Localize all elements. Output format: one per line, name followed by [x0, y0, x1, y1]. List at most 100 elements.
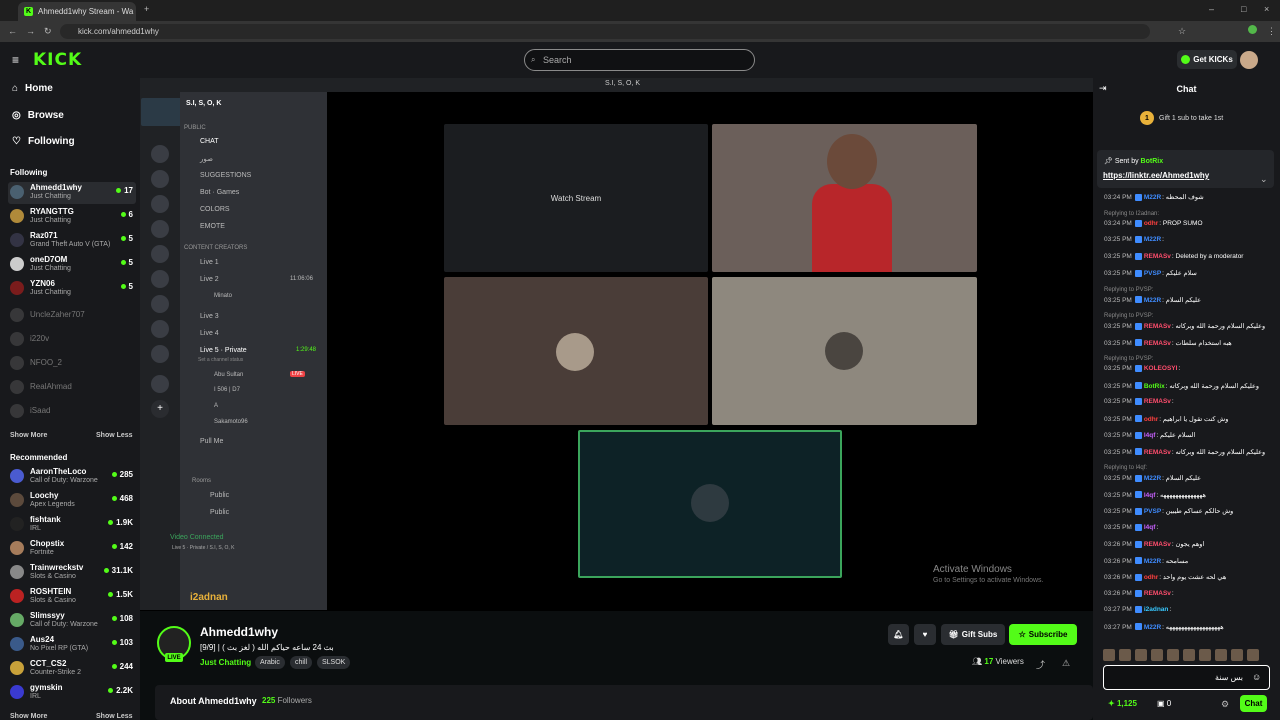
message-username[interactable]: REMASv [1144, 449, 1171, 456]
tag[interactable]: chill [290, 656, 313, 669]
show-less-recommended-link[interactable]: Show Less [96, 713, 133, 720]
chat-message[interactable]: 03:25 PM REMASv: [1104, 398, 1274, 410]
user-avatar[interactable] [1240, 51, 1258, 69]
url-input[interactable]: kick.com/ahmedd1why [60, 24, 1150, 39]
sidebar-channel-offline[interactable]: i220v [8, 329, 136, 351]
sidebar-channel[interactable]: gymskin IRL 2.2K [8, 682, 136, 704]
close-window-icon[interactable]: × [1264, 4, 1269, 14]
emote-bar[interactable] [1103, 649, 1270, 662]
back-icon[interactable]: ← [8, 26, 17, 36]
chat-message[interactable]: 03:25 PM BotRix: وعليكم السلام ورحمة الله… [1104, 382, 1274, 394]
chat-message[interactable]: 03:25 PM REMASv: هبه استخدام سلطات [1104, 339, 1274, 351]
message-username[interactable]: M22R [1144, 475, 1161, 482]
message-username[interactable]: BotRix [1144, 383, 1165, 390]
gift-subs-button[interactable]: 🎁︎ Gift Subs [941, 624, 1005, 645]
chat-message[interactable]: 03:25 PM KOLEOSYI: [1104, 365, 1274, 377]
stream-category[interactable]: Just Chatting [200, 658, 251, 667]
sidebar-channel[interactable]: Raz071 Grand Theft Auto V (GTA) 5 [8, 230, 136, 252]
bookmark-star-icon[interactable]: ☆ [1178, 26, 1186, 37]
get-kicks-button[interactable]: Get KICKs [1177, 50, 1237, 69]
tag[interactable]: Arabic [255, 656, 285, 669]
show-less-link[interactable]: Show Less [96, 432, 133, 439]
chat-message[interactable]: 03:25 PM M22R: [1104, 236, 1274, 248]
chat-message[interactable]: 03:25 PM PVSP: سلام عليكم [1104, 269, 1274, 281]
chat-message[interactable]: 03:27 PM M22R: ههههههههههههههههههه [1104, 623, 1274, 635]
pinned-link[interactable]: https://linktr.ee/Ahmed1why [1103, 171, 1209, 180]
share-icon[interactable]: ⤴ [1036, 658, 1045, 671]
sidebar-channel[interactable]: Chopstix Fortnite 142 [8, 538, 136, 560]
chat-message[interactable]: 03:26 PM REMASv: [1104, 589, 1274, 602]
message-username[interactable]: M22R [1144, 624, 1161, 631]
message-username[interactable]: l4qf [1144, 492, 1156, 499]
reload-icon[interactable]: ↻ [44, 26, 52, 37]
chat-message[interactable]: 03:26 PM M22R: مسامحه [1104, 557, 1274, 569]
chat-message[interactable]: 03:25 PM odhr: وش كنت تقول يا ابراهيم [1104, 415, 1274, 427]
chat-message[interactable]: 03:25 PM REMASv: Deleted by a moderator [1104, 252, 1274, 265]
chat-input[interactable]: بس سنة [1103, 665, 1270, 690]
message-username[interactable]: REMASv [1144, 541, 1171, 548]
sidebar-channel[interactable]: Ahmedd1why Just Chatting 17 [8, 182, 136, 204]
message-username[interactable]: PVSP [1144, 508, 1161, 515]
gift-leaderboard[interactable]: 1 Gift 1 sub to take 1st [1140, 111, 1223, 125]
sidebar-channel[interactable]: Loochy Apex Legends 468 [8, 490, 136, 512]
message-username[interactable]: PVSP [1144, 270, 1161, 277]
show-more-link[interactable]: Show More [10, 432, 47, 439]
sidebar-channel[interactable]: CCT_CS2 Counter-Strike 2 244 [8, 658, 136, 680]
send-chat-button[interactable]: Chat [1240, 695, 1267, 712]
chat-message[interactable]: 03:25 PM M22R: عليكم السلام [1104, 474, 1274, 486]
sidebar-channel[interactable]: AaronTheLoco Call of Duty: Warzone 285 [8, 466, 136, 488]
chat-message[interactable]: 03:25 PM M22R: عليكم السلام [1104, 296, 1274, 308]
message-username[interactable]: odhr [1144, 220, 1158, 227]
message-username[interactable]: REMASv [1144, 340, 1171, 347]
follow-heart-button[interactable]: ♥ [914, 624, 936, 645]
chat-message[interactable]: 03:25 PM l4qf: السلام عليكم [1104, 431, 1274, 443]
maximize-icon[interactable]: □ [1241, 4, 1246, 14]
message-username[interactable]: REMASv [1144, 398, 1171, 405]
chat-message[interactable]: 03:27 PM i2adnan: [1104, 606, 1274, 618]
chat-message[interactable]: 03:25 PM PVSP: وش حالكم عساكم طيبين [1104, 507, 1274, 519]
sidebar-channel[interactable]: Aus24 No Pixel RP (GTA) 103 [8, 634, 136, 656]
chat-message[interactable]: 03:26 PM odhr: هي لحه عشت يوم واحد [1104, 573, 1274, 585]
sidebar-channel[interactable]: Trainwreckstv Slots & Casino 31.1K [8, 562, 136, 584]
sidebar-channel-offline[interactable]: RealAhmad [8, 377, 136, 399]
profile-icon[interactable] [1248, 25, 1257, 34]
show-more-recommended-link[interactable]: Show More [10, 713, 47, 720]
chat-message[interactable]: 03:25 PM l4qf: [1104, 523, 1274, 536]
message-username[interactable]: i2adnan [1144, 606, 1169, 613]
sidebar-channel[interactable]: Slimssyy Call of Duty: Warzone 108 [8, 610, 136, 632]
chevron-down-icon[interactable]: ⌄ [1260, 174, 1268, 185]
tag[interactable]: SLSOK [317, 656, 351, 669]
message-username[interactable]: odhr [1144, 574, 1158, 581]
chat-message[interactable]: 03:25 PM l4qf: ههههههههههههههه [1104, 491, 1274, 503]
minimize-icon[interactable]: – [1209, 4, 1214, 14]
message-username[interactable]: REMASv [1144, 253, 1171, 260]
sidebar-channel-offline[interactable]: UncleZaher707 [8, 305, 136, 327]
sidebar-channel[interactable]: oneD7OM Just Chatting 5 [8, 254, 136, 276]
subscribe-button[interactable]: ☆ Subscribe [1009, 624, 1077, 645]
new-tab-icon[interactable]: + [144, 4, 149, 14]
nav-home[interactable]: ⌂ Home [12, 83, 53, 94]
menu-dots-icon[interactable]: ⋮ [1267, 26, 1276, 37]
settings-gear-icon[interactable]: ⚙ [1221, 699, 1229, 710]
report-icon[interactable]: ⚠ [1062, 658, 1070, 669]
nav-following[interactable]: ♡ Following [12, 136, 75, 147]
sidebar-channel-offline[interactable]: NFOO_2 [8, 353, 136, 375]
notification-bell-button[interactable]: 🔔︎ [888, 624, 909, 645]
kick-logo[interactable]: KICK [33, 50, 82, 70]
sidebar-channel[interactable]: ROSHTEIN Slots & Casino 1.5K [8, 586, 136, 608]
message-username[interactable]: REMASv [1144, 323, 1171, 330]
search-input[interactable]: ⌕ Search [524, 49, 755, 71]
emoji-picker-icon[interactable]: ☺ [1252, 672, 1261, 682]
chat-message[interactable]: 03:24 PM M22R: شوف المحظه [1104, 193, 1274, 205]
message-username[interactable]: odhr [1144, 416, 1158, 423]
sidebar-channel-offline[interactable]: iSaad [8, 401, 136, 423]
message-username[interactable]: l4qf [1144, 524, 1156, 531]
sidebar-channel[interactable]: fishtank IRL 1.9K [8, 514, 136, 536]
chat-message[interactable]: 03:24 PM odhr: PROP SUMO [1104, 219, 1274, 232]
chat-message[interactable]: 03:25 PM REMASv: وعليكم السلام ورحمة الله… [1104, 322, 1274, 334]
pinned-message[interactable] [1097, 150, 1274, 188]
channel-points[interactable]: ✦ 1,125 [1108, 699, 1137, 708]
message-username[interactable]: REMASv [1144, 590, 1171, 597]
chat-message[interactable]: 03:26 PM REMASv: اوهم يجون [1104, 540, 1274, 552]
forward-icon[interactable]: → [26, 26, 35, 36]
